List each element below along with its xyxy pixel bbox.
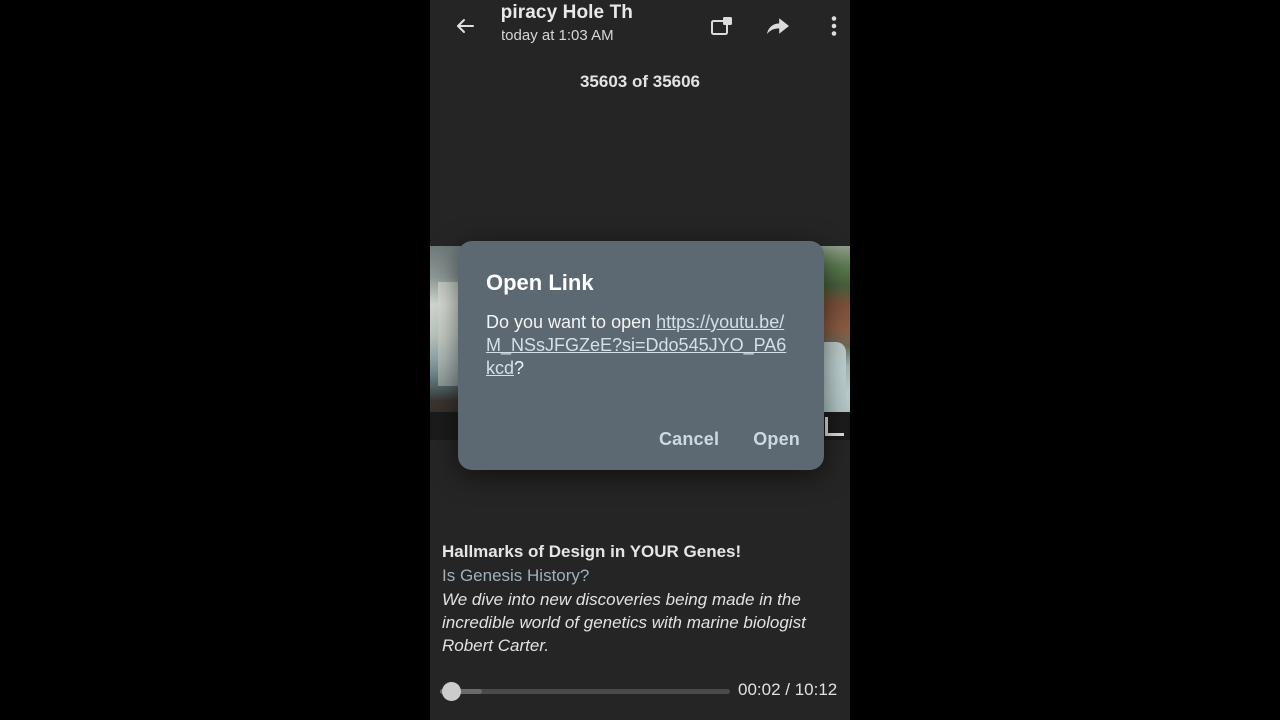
overflow-menu-icon bbox=[831, 15, 837, 42]
overflow-menu-button[interactable] bbox=[814, 8, 850, 48]
dialog-prompt-prefix: Do you want to open bbox=[486, 312, 657, 332]
progress-slider[interactable] bbox=[440, 682, 730, 701]
fullscreen-corner-icon[interactable] bbox=[825, 417, 844, 436]
share-arrow-icon bbox=[765, 15, 791, 42]
share-button[interactable] bbox=[758, 8, 798, 48]
open-button[interactable]: Open bbox=[747, 421, 806, 458]
picture-in-picture-icon bbox=[710, 15, 734, 42]
chat-subtitle: today at 1:03 AM bbox=[502, 27, 614, 44]
channel-name[interactable]: Is Genesis History? bbox=[442, 564, 842, 587]
dialog-prompt-suffix: ? bbox=[514, 358, 525, 378]
chat-title: spiracy Hole Th bbox=[502, 2, 633, 23]
time-display: 00:02 / 10:12 bbox=[738, 680, 838, 699]
dialog-title: Open Link bbox=[486, 270, 594, 295]
chat-title-block[interactable]: spiracy Hole Th today at 1:03 AM bbox=[502, 0, 702, 52]
back-button[interactable] bbox=[444, 8, 486, 48]
screen: spiracy Hole Th today at 1:03 AM 35603 o… bbox=[0, 0, 1280, 720]
back-arrow-icon bbox=[453, 14, 477, 43]
open-link-dialog: Open Link Do you want to open https://yo… bbox=[458, 241, 824, 470]
picture-in-picture-button[interactable] bbox=[702, 8, 742, 48]
dialog-actions: Cancel Open bbox=[653, 421, 806, 458]
dialog-message: Do you want to open https://youtu.be/M_N… bbox=[486, 311, 792, 380]
cancel-button[interactable]: Cancel bbox=[653, 421, 725, 458]
app-bar: spiracy Hole Th today at 1:03 AM bbox=[430, 0, 850, 56]
message-counter: 35603 of 35606 bbox=[579, 72, 701, 91]
video-description-text: We dive into new discoveries being made … bbox=[442, 590, 806, 655]
player-controls: 00:02 / 10:12 bbox=[430, 676, 850, 710]
video-description-block: Hallmarks of Design in YOUR Genes! Is Ge… bbox=[442, 540, 842, 657]
video-title: Hallmarks of Design in YOUR Genes! bbox=[442, 542, 742, 561]
app-container: spiracy Hole Th today at 1:03 AM 35603 o… bbox=[430, 0, 850, 720]
progress-thumb[interactable] bbox=[442, 682, 461, 701]
